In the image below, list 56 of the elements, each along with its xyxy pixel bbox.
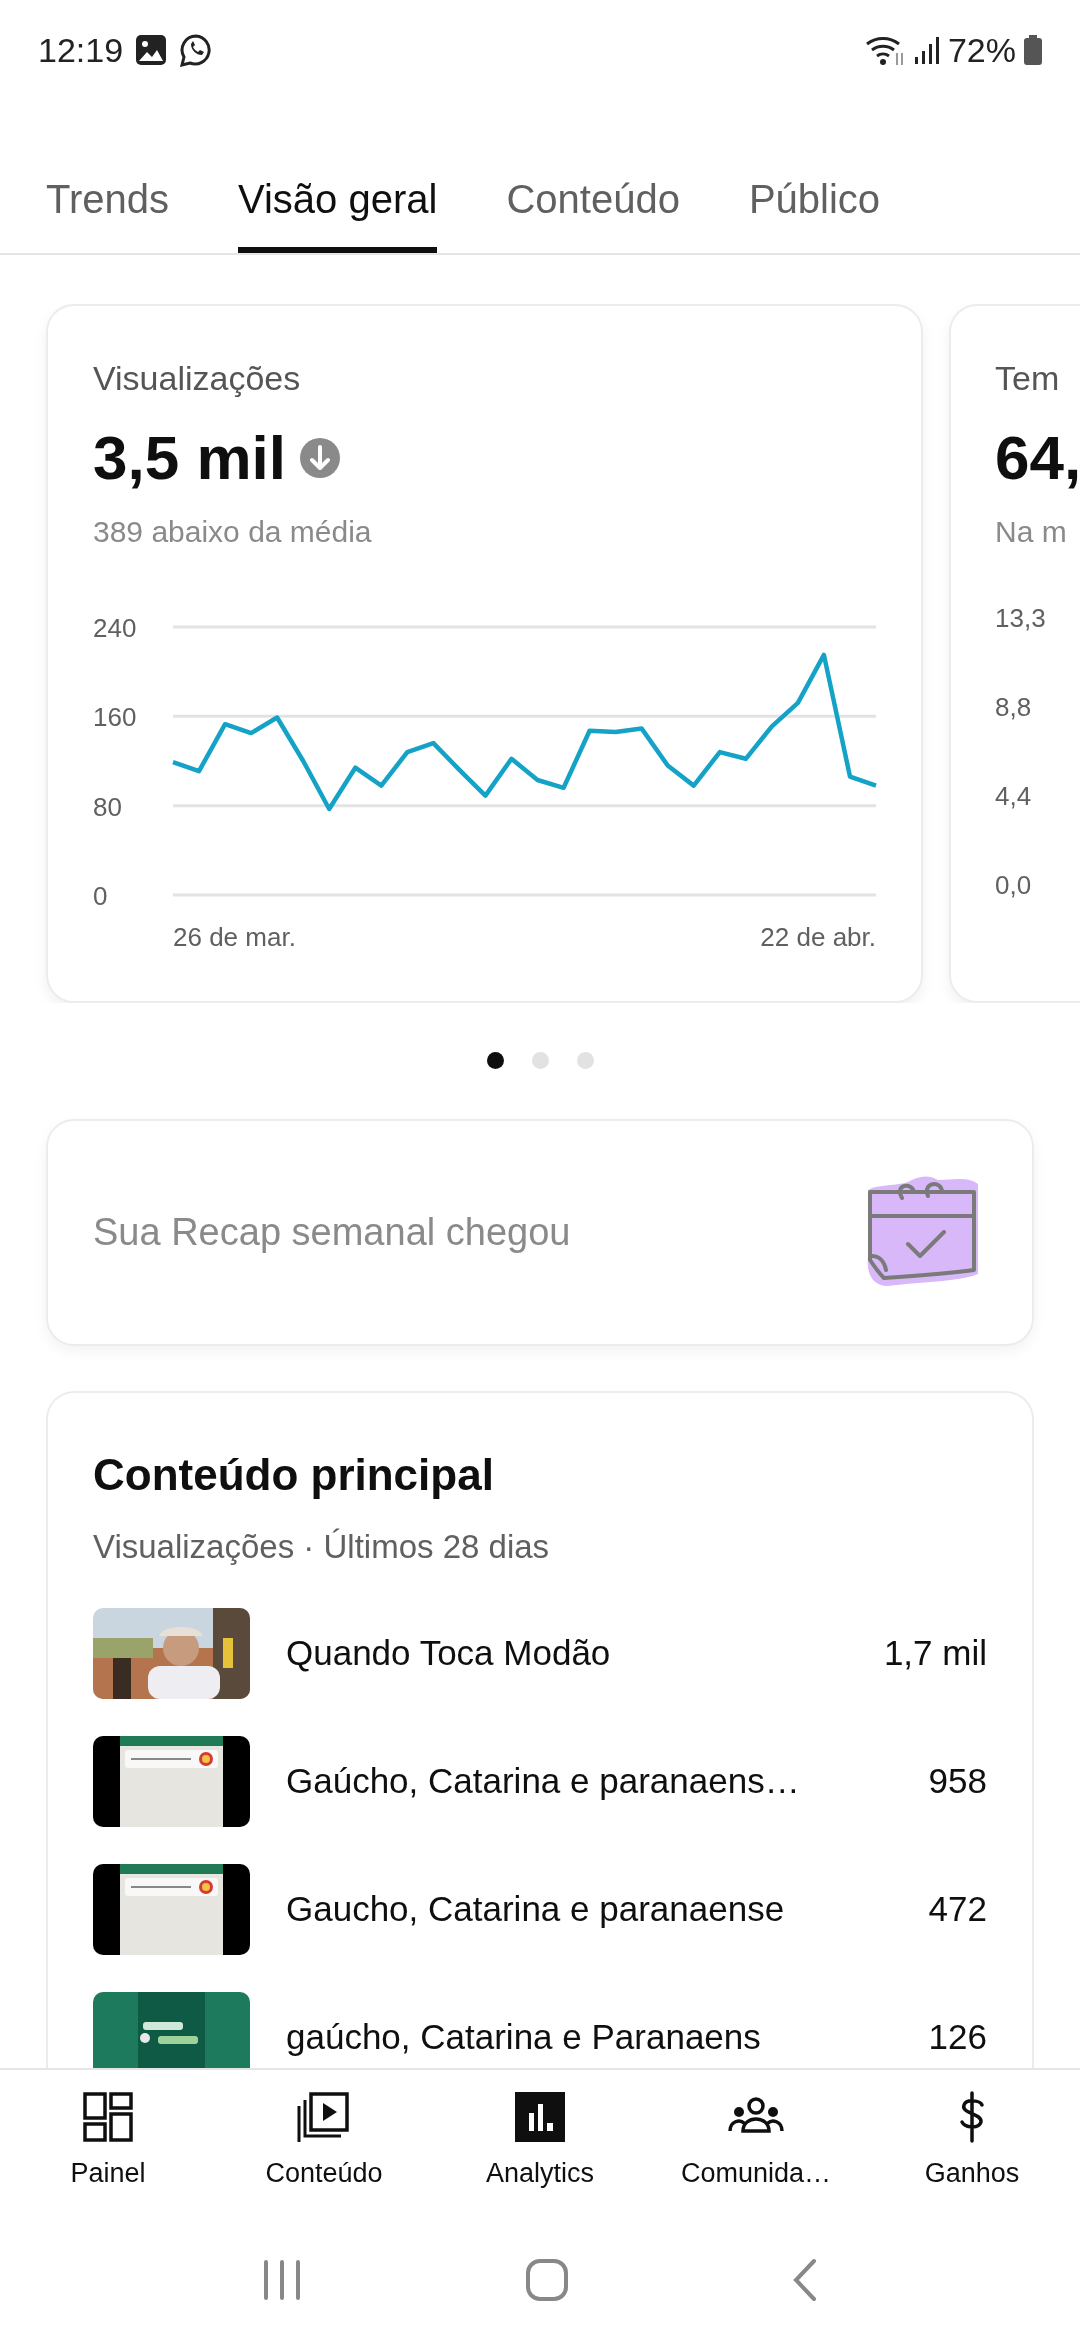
nav-tab[interactable]: Conteúdo (216, 2070, 432, 2220)
chat-bubble-icon (179, 33, 214, 67)
metric-comparison: 389 abaixo da média (93, 514, 373, 550)
video-library-icon[interactable] (296, 2089, 352, 2145)
view-count: 1,7 mil (883, 1631, 987, 1674)
content-row[interactable]: Gaucho, Catarina e paranaense 472 (93, 1845, 987, 1973)
metric-card[interactable]: Tem 64, Na m 13,3 8,8 4,4 0,0 (949, 304, 1080, 1003)
axis-label: 160 (93, 702, 137, 733)
image-icon (135, 34, 168, 66)
battery-percent: 72% (947, 29, 1016, 71)
metric-value: 64, (995, 423, 1080, 493)
recap-text: Sua Recap semanal chegou (93, 1210, 571, 1255)
nav-tab[interactable]: Analytics (432, 2070, 648, 2220)
axis-label: 13,3 (995, 602, 1047, 635)
nav-label: Conteúdo (265, 2157, 383, 2190)
metric-title: Tem (995, 358, 1061, 398)
view-count: 472 (928, 1887, 987, 1930)
nav-tab[interactable]: Comunida… (648, 2070, 864, 2220)
axis-label: 8,8 (995, 691, 1033, 724)
metric-comparison: Na m (995, 514, 1068, 550)
video-title: Gaúcho, Catarina e paranaens… (286, 1759, 801, 1802)
tab[interactable]: Visão geral (238, 175, 438, 253)
video-title: gaúcho, Catarina e Paranaens (286, 2015, 762, 2058)
section-title: Conteúdo principal (93, 1449, 495, 1501)
metric-title: Visualizações (93, 358, 302, 398)
nav-label: Analytics (485, 2157, 594, 2190)
nav-label: Comunida… (680, 2157, 832, 2190)
view-count: 958 (928, 1759, 987, 1802)
video-title: Quando Toca Modão (286, 1631, 612, 1674)
battery-icon (1024, 35, 1042, 65)
bar-chart-icon[interactable] (512, 2089, 568, 2145)
clock-time: 12:19 (38, 29, 124, 71)
tab[interactable]: Público (748, 175, 881, 253)
axis-label: 80 (93, 791, 122, 822)
tab[interactable]: Conteúdo (506, 175, 680, 253)
nav-label: Painel (70, 2157, 146, 2190)
dashboard-icon[interactable] (80, 2089, 136, 2145)
view-count: 126 (928, 2015, 987, 2058)
content-row[interactable]: Quando Toca Modão 1,7 mil (93, 1589, 987, 1717)
axis-label: 0 (93, 881, 108, 911)
axis-label: 4,4 (995, 780, 1033, 813)
nav-label: Ganhos (924, 2157, 1020, 2190)
axis-label: 240 (93, 613, 137, 643)
section-subtitle: Visualizações · Últimos 28 dias (93, 1527, 551, 1567)
axis-label: 22 de abr. (760, 922, 876, 952)
axis-label: 0,0 (995, 869, 1033, 902)
metric-value: 3,5 mil (93, 423, 286, 493)
nav-tab[interactable]: Painel (0, 2070, 216, 2220)
tab[interactable]: Trends (46, 175, 169, 253)
video-title: Gaucho, Catarina e paranaense (286, 1887, 786, 1930)
content-row[interactable]: Gaúcho, Catarina e paranaens… 958 (93, 1717, 987, 1845)
axis-label: 26 de mar. (173, 922, 296, 952)
signal-icon (913, 35, 940, 65)
home-icon[interactable] (525, 2258, 569, 2302)
metric-card[interactable]: Visualizações 3,5 mil 389 abaixo da média 0 80 160 240 26 de mar. 22 de abr. (46, 304, 923, 1003)
nav-tab[interactable]: Ganhos (864, 2070, 1080, 2220)
